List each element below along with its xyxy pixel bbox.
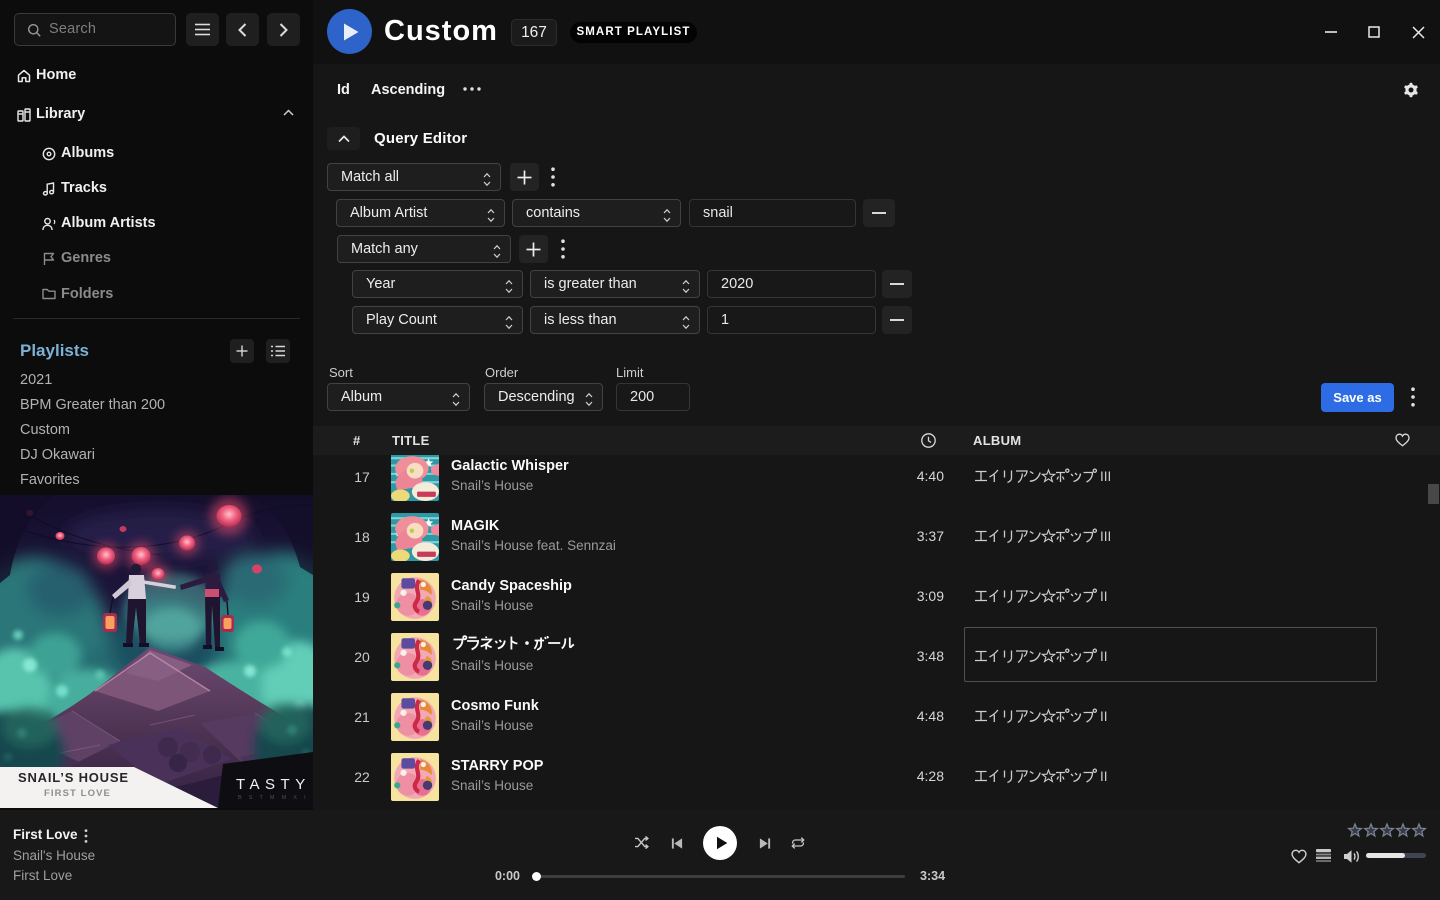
svg-text:III: III: [1100, 529, 1111, 544]
svg-text:B S T M M X I: B S T M M X I: [238, 795, 308, 801]
svg-text:II: II: [1100, 589, 1108, 604]
svg-text:FIRST LOVE: FIRST LOVE: [44, 788, 111, 799]
svg-text:III: III: [1100, 469, 1111, 484]
svg-text:TASTY: TASTY: [236, 776, 311, 793]
svg-text:II: II: [1100, 769, 1108, 784]
svg-text:SNAIL’S HOUSE: SNAIL’S HOUSE: [18, 770, 129, 785]
svg-text:II: II: [1100, 709, 1108, 724]
